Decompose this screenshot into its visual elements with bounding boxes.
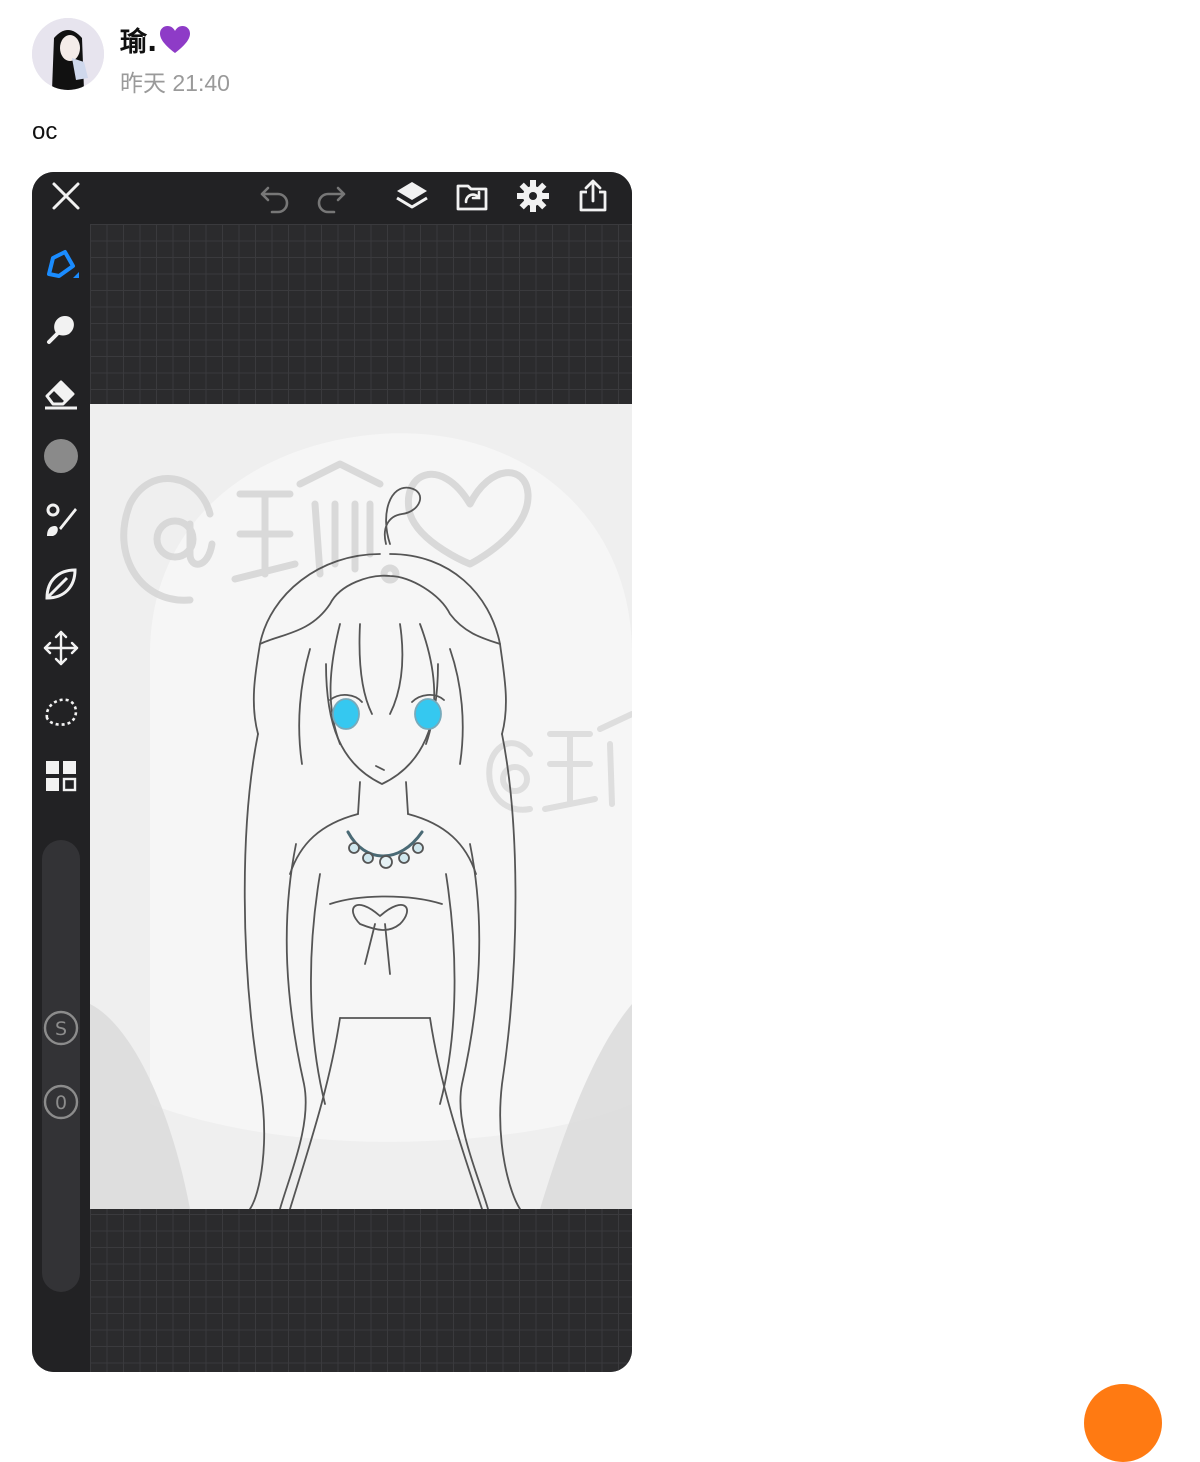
post-text: oc [32,118,58,145]
app-toolbar [32,172,632,224]
eraser-icon[interactable] [41,372,81,412]
post-timestamp: 昨天 21:40 [120,70,230,96]
author-name-text: 瑜. [120,27,158,58]
color-swatch[interactable] [41,436,81,476]
redo-icon[interactable] [310,176,350,216]
drawing-canvas[interactable] [90,404,632,1209]
pen-icon[interactable] [41,244,81,284]
author-name[interactable]: 瑜. [120,20,191,59]
size-slider-label: S [41,1008,81,1048]
post-image[interactable]: S 0 [32,172,632,1372]
filter-grid-icon[interactable] [41,756,81,796]
brush-size-slider[interactable] [42,840,80,1292]
avatar[interactable] [32,18,104,90]
svg-text:0: 0 [55,1092,67,1114]
import-icon[interactable] [452,176,492,216]
smudge-icon[interactable] [41,308,81,348]
opacity-slider-label: 0 [41,1082,81,1122]
lasso-icon[interactable] [41,692,81,732]
share-icon[interactable] [573,176,613,216]
tool-sidebar: S 0 [32,224,90,1372]
settings-icon[interactable] [513,176,553,216]
undo-icon[interactable] [256,176,296,216]
svg-text:S: S [55,1018,67,1040]
brush-icon[interactable] [41,500,81,540]
floating-action-badge[interactable] [1084,1384,1162,1462]
layers-icon[interactable] [392,176,432,216]
leaf-brush-icon[interactable] [41,564,81,604]
purple-heart-icon [159,25,191,55]
close-icon[interactable] [46,176,86,216]
move-icon[interactable] [41,628,81,668]
